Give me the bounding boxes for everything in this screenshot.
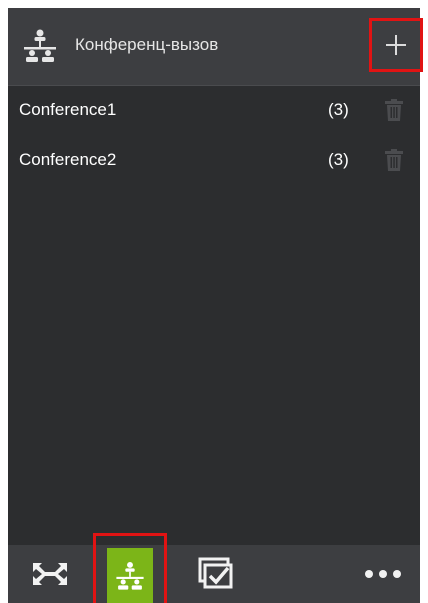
tab-conference[interactable] — [107, 548, 153, 603]
tasks-check-icon — [198, 557, 233, 589]
conference-icon — [116, 561, 144, 590]
bottom-tab-bar — [8, 533, 420, 603]
conference-panel: Конференц-вызов Conference1 (3) Conferen… — [8, 8, 423, 603]
trash-icon[interactable] — [384, 149, 404, 171]
panel-title: Конференц-вызов — [75, 35, 219, 54]
conference-name: Conference2 — [19, 150, 117, 169]
active-tab-highlight — [93, 533, 167, 603]
conference-item[interactable]: Conference2 (3) — [8, 136, 420, 186]
plus-icon — [386, 35, 406, 55]
conference-icon — [24, 29, 56, 62]
add-conference-button[interactable] — [369, 18, 423, 72]
trash-icon[interactable] — [384, 99, 404, 121]
conference-name: Conference1 — [19, 100, 117, 119]
tab-more[interactable] — [353, 545, 413, 603]
more-dots-icon — [362, 565, 404, 583]
panel-header: Конференц-вызов — [8, 8, 423, 86]
participant-count: (3) — [328, 100, 349, 119]
participant-count: (3) — [328, 150, 349, 169]
tab-tasks[interactable] — [188, 545, 244, 603]
conference-item[interactable]: Conference1 (3) — [8, 86, 420, 136]
connect-arrows-icon — [33, 563, 67, 585]
tab-connect[interactable] — [22, 545, 78, 603]
conference-list: Conference1 (3) Conference2 (3) — [8, 86, 420, 186]
